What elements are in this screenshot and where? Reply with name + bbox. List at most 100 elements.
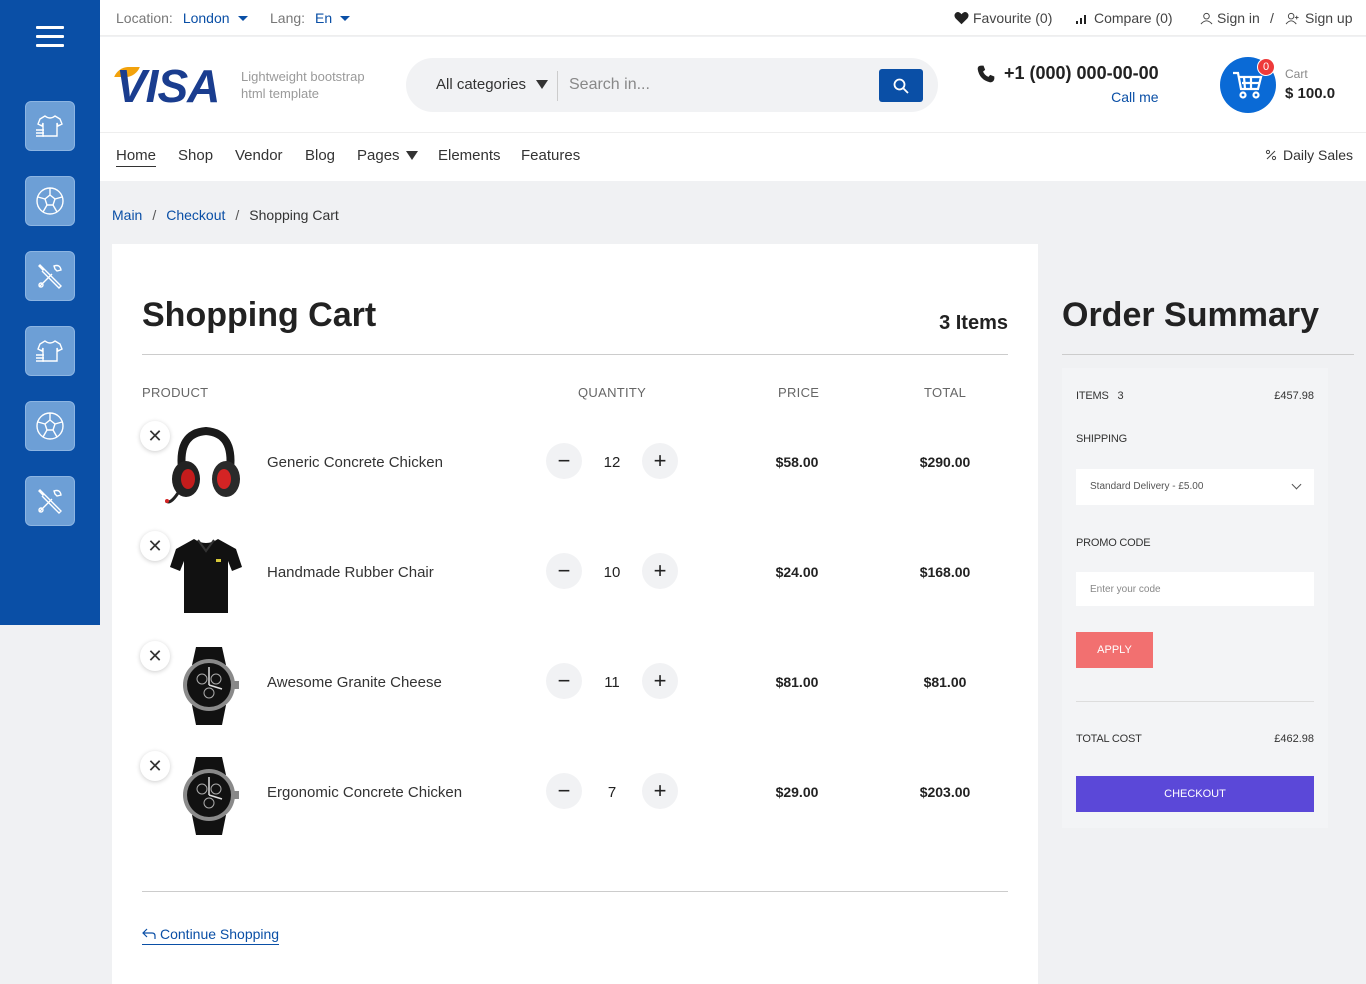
location-selector[interactable]: Location: London xyxy=(116,10,248,26)
search-bar: All categories xyxy=(406,58,938,112)
divider xyxy=(142,354,1008,355)
daily-sales-link[interactable]: Daily Sales xyxy=(1265,147,1353,163)
left-sidebar xyxy=(0,0,100,625)
line-total: $81.00 xyxy=(923,674,967,690)
breadcrumb-separator: / xyxy=(152,207,157,223)
breadcrumb-main[interactable]: Main xyxy=(112,207,142,223)
plus-icon: + xyxy=(653,558,667,583)
quantity-value[interactable]: 11 xyxy=(592,674,632,691)
col-header-quantity: QUANTITY xyxy=(578,385,647,400)
cart-row: ✕ Awesome Granite Cheese − 11 + $81.00 $… xyxy=(112,641,1038,751)
quantity-increase-button[interactable]: + xyxy=(642,553,678,589)
product-name[interactable]: Ergonomic Concrete Chicken xyxy=(267,784,462,801)
quantity-increase-button[interactable]: + xyxy=(642,663,678,699)
tshirt-icon xyxy=(36,115,63,137)
sidebar-item-sports[interactable] xyxy=(25,176,75,226)
nav-features[interactable]: Features xyxy=(521,147,580,164)
quantity-value[interactable]: 7 xyxy=(592,784,632,801)
nav-home[interactable]: Home xyxy=(116,147,157,167)
nav-shop[interactable]: Shop xyxy=(178,147,213,164)
menu-icon[interactable] xyxy=(36,26,64,48)
apply-promo-button[interactable]: APPLY xyxy=(1076,632,1153,668)
compare-link[interactable]: Compare (0) xyxy=(1076,10,1173,26)
daily-sales-label: Daily Sales xyxy=(1283,147,1354,163)
breadcrumb-checkout[interactable]: Checkout xyxy=(166,207,225,223)
product-name[interactable]: Awesome Granite Cheese xyxy=(267,674,442,691)
quantity-increase-button[interactable]: + xyxy=(642,443,678,479)
add-user-icon xyxy=(1285,12,1299,24)
col-header-total: TOTAL xyxy=(924,385,967,400)
chevron-down-icon xyxy=(340,15,351,21)
favourite-link[interactable]: Favourite (0) xyxy=(954,10,1052,26)
nav-blog[interactable]: Blog xyxy=(305,147,335,164)
total-cost-label: TOTAL COST xyxy=(1076,733,1142,745)
minus-icon: − xyxy=(557,778,571,803)
line-total: $203.00 xyxy=(919,784,971,800)
summary-items-row: ITEMS 3 xyxy=(1076,390,1124,402)
close-icon: ✕ xyxy=(147,755,163,776)
quantity-decrease-button[interactable]: − xyxy=(546,443,582,479)
unit-price: $29.00 xyxy=(775,784,819,800)
nav-pages[interactable]: Pages xyxy=(357,147,418,164)
total-cost-value: £462.98 xyxy=(1274,733,1314,745)
col-header-price: PRICE xyxy=(778,385,820,400)
search-input[interactable] xyxy=(569,70,869,100)
lang-label: Lang: xyxy=(270,10,306,26)
breadcrumb: Main / Checkout / Shopping Cart xyxy=(112,207,339,223)
sign-up-link[interactable]: Sign up xyxy=(1285,10,1352,26)
quantity-increase-button[interactable]: + xyxy=(642,773,678,809)
sidebar-item-tools[interactable] xyxy=(25,251,75,301)
close-icon: ✕ xyxy=(147,425,163,446)
sidebar-item-apparel-2[interactable] xyxy=(25,326,75,376)
cart-row: ✕ Handmade Rubber Chair − 10 + $24.00 $1… xyxy=(112,531,1038,641)
nav-vendor[interactable]: Vendor xyxy=(235,147,283,164)
nav-elements[interactable]: Elements xyxy=(438,147,501,164)
quantity-decrease-button[interactable]: − xyxy=(546,663,582,699)
language-selector[interactable]: Lang: En xyxy=(270,10,351,26)
minus-icon: − xyxy=(557,558,571,583)
product-image-watch xyxy=(183,647,239,725)
page-title: Shopping Cart xyxy=(142,296,377,334)
tagline-line-2: html template xyxy=(241,86,320,101)
site-logo[interactable]: VISA xyxy=(116,63,220,109)
phone-icon xyxy=(977,65,995,82)
col-header-product: PRODUCT xyxy=(142,385,209,400)
quantity-value[interactable]: 10 xyxy=(592,564,632,581)
site-header: VISA Lightweight bootstrap html template… xyxy=(100,37,1366,133)
return-arrow-icon xyxy=(142,928,156,939)
product-name[interactable]: Handmade Rubber Chair xyxy=(267,564,434,581)
soccer-ball-icon xyxy=(36,412,64,440)
category-select[interactable]: All categories xyxy=(436,76,549,93)
summary-items-value: £457.98 xyxy=(1274,390,1314,402)
sidebar-item-apparel[interactable] xyxy=(25,101,75,151)
quantity-decrease-button[interactable]: − xyxy=(546,553,582,589)
unit-price: $81.00 xyxy=(775,674,819,690)
minus-icon: − xyxy=(557,668,571,693)
cart-count-badge: 0 xyxy=(1257,58,1275,76)
cart-icon xyxy=(1233,71,1263,99)
quantity-decrease-button[interactable]: − xyxy=(546,773,582,809)
sidebar-item-tools-2[interactable] xyxy=(25,476,75,526)
checkout-button[interactable]: CHECKOUT xyxy=(1076,776,1314,812)
promo-code-input[interactable] xyxy=(1076,572,1314,606)
lang-value: En xyxy=(315,10,333,26)
order-summary-title: Order Summary xyxy=(1062,296,1319,334)
quantity-value[interactable]: 12 xyxy=(592,454,632,471)
sign-in-link[interactable]: Sign in xyxy=(1200,10,1260,26)
continue-shopping-link[interactable]: Continue Shopping xyxy=(142,926,280,945)
line-total: $290.00 xyxy=(919,454,971,470)
shipping-select[interactable]: Standard Delivery - £5.00 xyxy=(1076,469,1314,505)
sidebar-item-sports-2[interactable] xyxy=(25,401,75,451)
sign-in-label: Sign in xyxy=(1217,10,1260,26)
minus-icon: − xyxy=(557,448,571,473)
call-me-link[interactable]: Call me xyxy=(1111,89,1158,105)
search-button[interactable] xyxy=(879,69,923,102)
top-bar: Location: London Lang: En Favourite (0) … xyxy=(100,0,1366,36)
divider xyxy=(1062,354,1354,355)
summary-items-count: 3 xyxy=(1117,390,1124,402)
product-name[interactable]: Generic Concrete Chicken xyxy=(267,454,443,471)
plus-icon: + xyxy=(653,778,667,803)
tools-icon xyxy=(38,489,62,514)
divider xyxy=(1076,701,1314,702)
cart-row: ✕ Generic Concrete Chicken − 12 + $58.00… xyxy=(112,421,1038,531)
